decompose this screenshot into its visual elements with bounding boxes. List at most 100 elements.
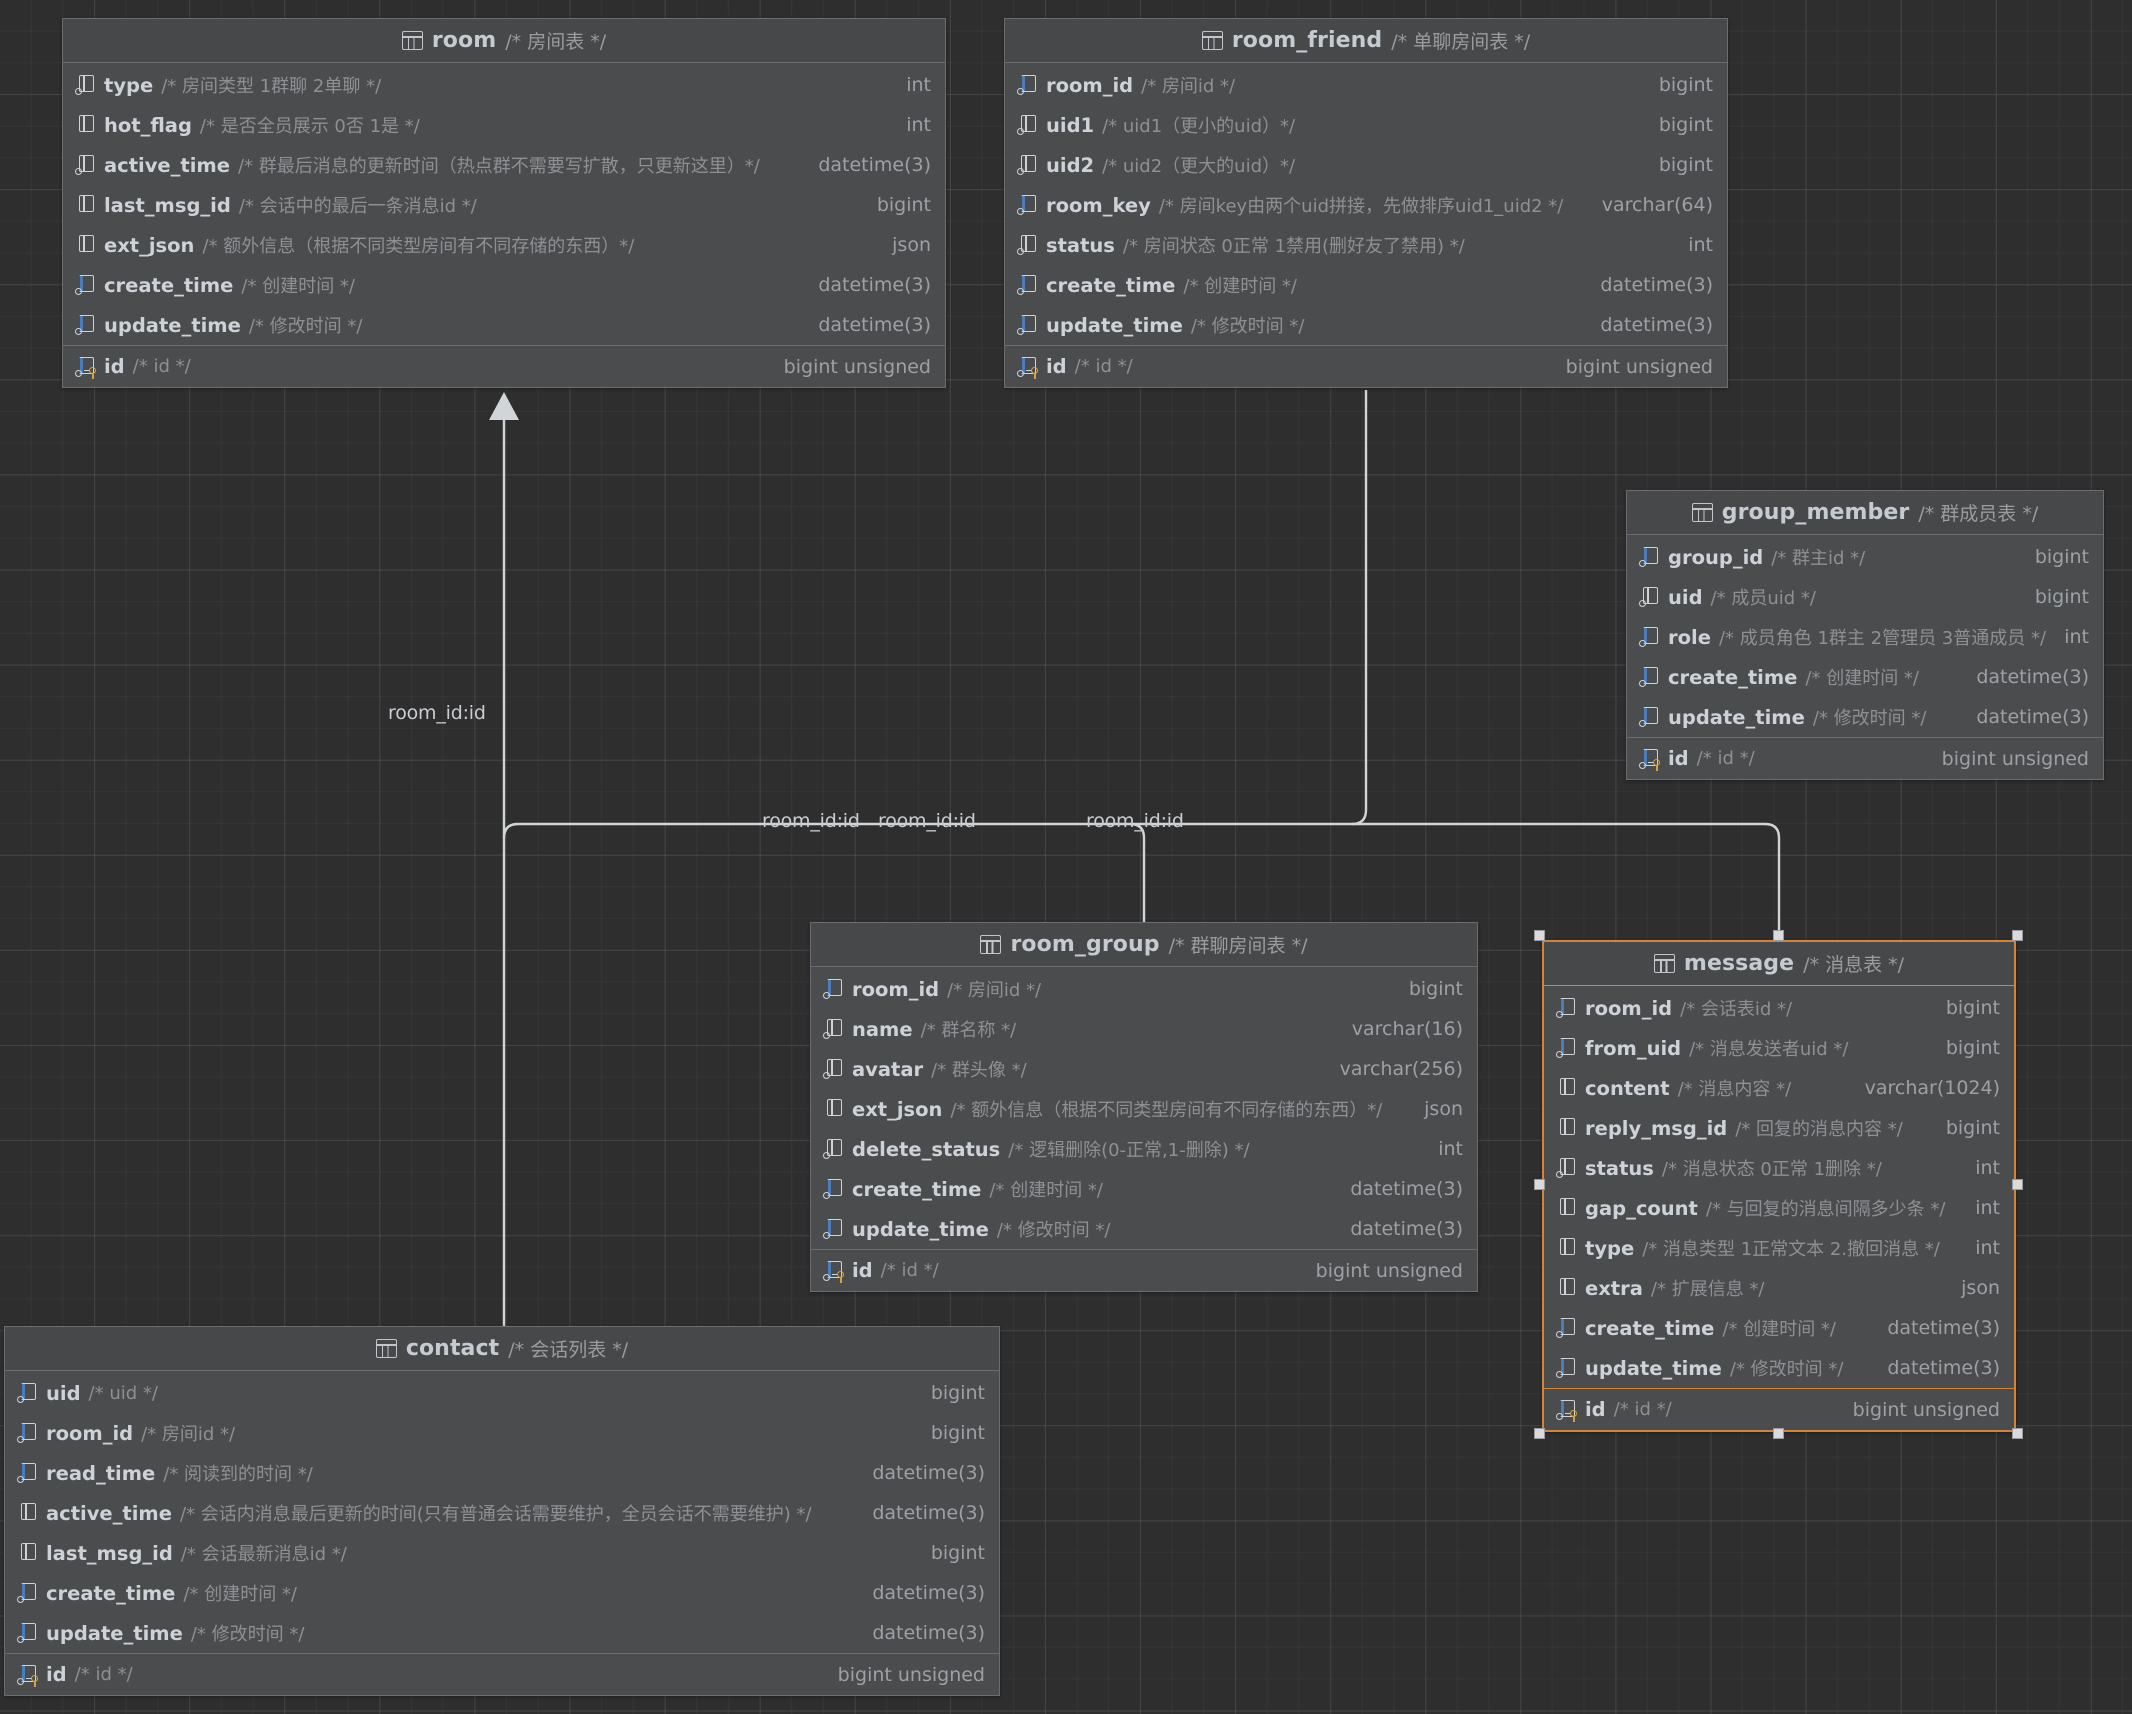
column-name: role <box>1668 625 1711 649</box>
table-row[interactable]: type /* 房间类型 1群聊 2单聊 */ int <box>63 65 945 105</box>
table-row[interactable]: update_time /* 修改时间 */ datetime(3) <box>63 305 945 345</box>
column-comment: /* 创建时间 */ <box>1722 1319 1836 1340</box>
er-diagram-canvas[interactable]: room/* 房间表 */type/* 房间类型 1群聊 2单聊 */int ho… <box>0 0 2132 1714</box>
column-type: int <box>1975 1237 2000 1259</box>
table-row[interactable]: update_time /* 修改时间 */ datetime(3) <box>5 1613 999 1653</box>
column-name: last_msg_id <box>46 1541 173 1565</box>
table-row[interactable]: read_time /* 阅读到的时间 */ datetime(3) <box>5 1453 999 1493</box>
table-header-room_group[interactable]: room_group /* 群聊房间表 */ <box>811 923 1477 967</box>
table-header-group_member[interactable]: group_member /* 群成员表 */ <box>1627 491 2103 535</box>
column-notnull-icon <box>823 1017 845 1041</box>
table-row[interactable]: update_time /* 修改时间 */ datetime(3) <box>1627 697 2103 737</box>
table-row[interactable]: create_time /* 创建时间 */ datetime(3) <box>63 265 945 305</box>
table-row[interactable]: active_time /* 会话内消息最后更新的时间(只有普通会话需要维护，全员… <box>5 1493 999 1533</box>
table-row[interactable]: room_id /* 房间id */ bigint <box>1005 65 1727 105</box>
table-row[interactable]: update_time /* 修改时间 */ datetime(3) <box>1005 305 1727 345</box>
table-row[interactable]: room_key /* 房间key由两个uid拼接，先做排序uid1_uid2 *… <box>1005 185 1727 225</box>
column-comment: /* uid */ <box>88 1382 158 1404</box>
selection-handle[interactable] <box>2012 1179 2023 1190</box>
selection-handle[interactable] <box>1773 930 1784 941</box>
selection-handle[interactable] <box>1534 1428 1545 1439</box>
column-indexed-icon <box>1556 1036 1578 1060</box>
table-row-primary-key[interactable]: id /* id */ bigint unsigned <box>1544 1388 2014 1430</box>
table-row[interactable]: type /* 消息类型 1正常文本 2.撤回消息 */ int <box>1544 1228 2014 1268</box>
column-name: gap_count <box>1585 1196 1698 1220</box>
column-type: bigint <box>1945 1037 2000 1059</box>
table-row[interactable]: content /* 消息内容 */ varchar(1024) <box>1544 1068 2014 1108</box>
table-name: room_group <box>1010 932 1160 957</box>
selection-handle[interactable] <box>1773 1428 1784 1439</box>
column-type: bigint unsigned <box>1565 355 1713 378</box>
table-row[interactable]: hot_flag /* 是否全员展示 0否 1是 */ int <box>63 105 945 145</box>
table-row[interactable]: uid /* uid */ bigint <box>5 1373 999 1413</box>
table-row-primary-key[interactable]: id /* id */ bigint unsigned <box>5 1653 999 1695</box>
table-row[interactable]: active_time /* 群最后消息的更新时间（热点群不需要写扩散，只更新这里… <box>63 145 945 185</box>
column-name: read_time <box>46 1461 156 1485</box>
table-icon <box>401 31 423 50</box>
selection-handle[interactable] <box>2012 1428 2023 1439</box>
table-row[interactable]: from_uid /* 消息发送者uid */ bigint <box>1544 1028 2014 1068</box>
table-room_group[interactable]: room_group /* 群聊房间表 */ room_id /* 房间id */ bi… <box>810 922 1478 1292</box>
table-row[interactable]: delete_status /* 逻辑删除(0-正常,1-删除) */ int <box>811 1129 1477 1169</box>
table-contact[interactable]: contact/* 会话列表 */uid/* uid */bigint room_… <box>4 1326 1000 1696</box>
table-row-primary-key[interactable]: id /* id */ bigint unsigned <box>1005 345 1727 387</box>
column-type: datetime(3) <box>872 1502 985 1524</box>
table-icon <box>375 1339 397 1358</box>
table-row[interactable]: uid2 /* uid2（更大的uid）*/ bigint <box>1005 145 1727 185</box>
table-row[interactable]: avatar /* 群头像 */ varchar(256) <box>811 1049 1477 1089</box>
table-row[interactable]: status /* 房间状态 0正常 1禁用(删好友了禁用) */ int <box>1005 225 1727 265</box>
table-row[interactable]: update_time /* 修改时间 */ datetime(3) <box>1544 1348 2014 1388</box>
table-row[interactable]: update_time /* 修改时间 */ datetime(3) <box>811 1209 1477 1249</box>
column-comment: /* 修改时间 */ <box>1812 708 1927 729</box>
table-row[interactable]: uid1 /* uid1（更小的uid）*/ bigint <box>1005 105 1727 145</box>
table-row-primary-key[interactable]: id /* id */ bigint unsigned <box>811 1249 1477 1291</box>
table-row[interactable]: create_time /* 创建时间 */ datetime(3) <box>5 1573 999 1613</box>
column-type: bigint <box>2034 546 2089 568</box>
table-header-room_friend[interactable]: room_friend /* 单聊房间表 */ <box>1005 19 1727 63</box>
column-nullable-icon <box>1556 1276 1578 1300</box>
table-row[interactable]: name /* 群名称 */ varchar(16) <box>811 1009 1477 1049</box>
column-name: active_time <box>104 153 230 177</box>
column-indexed-icon <box>1639 625 1661 649</box>
table-room_friend[interactable]: room_friend /* 单聊房间表 */ room_id /* 房间id */ b… <box>1004 18 1728 388</box>
table-row[interactable]: last_msg_id /* 会话最新消息id */ bigint <box>5 1533 999 1573</box>
table-row[interactable]: ext_json /* 额外信息（根据不同类型房间有不同存储的东西）*/ json <box>63 225 945 265</box>
table-row[interactable]: room_id /* 会话表id */ bigint <box>1544 988 2014 1028</box>
table-group_member[interactable]: group_member /* 群成员表 */ group_id /* 群主id */… <box>1626 490 2104 780</box>
table-row[interactable]: group_id /* 群主id */ bigint <box>1627 537 2103 577</box>
table-row[interactable]: create_time /* 创建时间 */ datetime(3) <box>811 1169 1477 1209</box>
column-type: bigint unsigned <box>783 355 931 378</box>
table-message[interactable]: message /* 消息表 */ room_id /* 会话表id */ bigint… <box>1542 940 2016 1432</box>
table-row[interactable]: ext_json /* 额外信息（根据不同类型房间有不同存储的东西）*/ json <box>811 1089 1477 1129</box>
table-row[interactable]: gap_count /* 与回复的消息间隔多少条 */ int <box>1544 1188 2014 1228</box>
table-row[interactable]: last_msg_id /* 会话中的最后一条消息id */ bigint <box>63 185 945 225</box>
column-comment: /* 房间id */ <box>947 980 1042 1001</box>
table-row[interactable]: create_time /* 创建时间 */ datetime(3) <box>1005 265 1727 305</box>
table-row-primary-key[interactable]: id /* id */ bigint unsigned <box>63 345 945 387</box>
table-row[interactable]: create_time /* 创建时间 */ datetime(3) <box>1544 1308 2014 1348</box>
column-comment: /* 成员uid */ <box>1710 588 1816 609</box>
selection-handle[interactable] <box>2012 930 2023 941</box>
column-comment: /* 修改时间 */ <box>190 1624 305 1645</box>
column-name: id <box>1585 1398 1606 1421</box>
table-row[interactable]: reply_msg_id /* 回复的消息内容 */ bigint <box>1544 1108 2014 1148</box>
table-row[interactable]: room_id /* 房间id */ bigint <box>5 1413 999 1453</box>
table-row[interactable]: uid /* 成员uid */ bigint <box>1627 577 2103 617</box>
column-comment: /* 创建时间 */ <box>241 276 355 297</box>
table-room[interactable]: room/* 房间表 */type/* 房间类型 1群聊 2单聊 */int ho… <box>62 18 946 388</box>
selection-handle[interactable] <box>1534 1179 1545 1190</box>
table-header-message[interactable]: message /* 消息表 */ <box>1544 942 2014 986</box>
column-name: id <box>852 1259 873 1282</box>
table-row[interactable]: extra /* 扩展信息 */ json <box>1544 1268 2014 1308</box>
column-indexed-icon <box>1556 1316 1578 1340</box>
column-type: datetime(3) <box>872 1462 985 1484</box>
table-row[interactable]: role /* 成员角色 1群主 2管理员 3普通成员 */ int <box>1627 617 2103 657</box>
table-row[interactable]: room_id /* 房间id */ bigint <box>811 969 1477 1009</box>
table-row[interactable]: create_time /* 创建时间 */ datetime(3) <box>1627 657 2103 697</box>
table-row-primary-key[interactable]: id /* id */ bigint unsigned <box>1627 737 2103 779</box>
table-row[interactable]: status /* 消息状态 0正常 1删除 */ int <box>1544 1148 2014 1188</box>
table-header-contact[interactable]: contact /* 会话列表 */ <box>5 1327 999 1371</box>
column-type: int <box>1975 1157 2000 1179</box>
table-header-room[interactable]: room /* 房间表 */ <box>63 19 945 63</box>
selection-handle[interactable] <box>1534 930 1545 941</box>
